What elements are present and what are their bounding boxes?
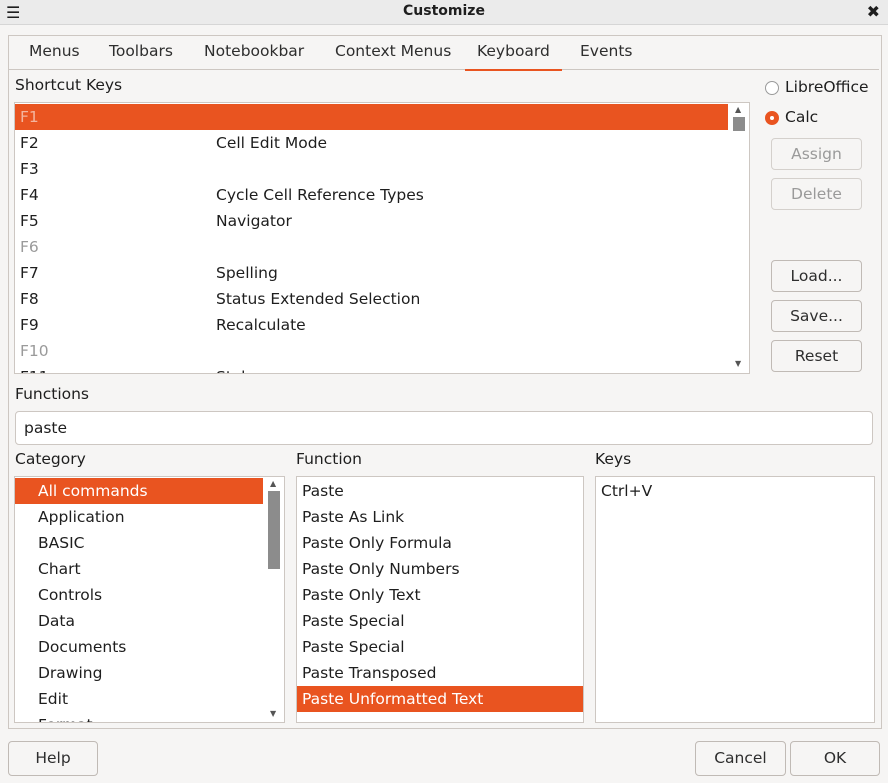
scroll-up-icon[interactable]: ▲: [735, 105, 741, 114]
category-item[interactable]: Edit: [15, 686, 263, 712]
scroll-thumb[interactable]: [733, 117, 745, 131]
scroll-thumb[interactable]: [268, 491, 280, 569]
function-item[interactable]: Paste Unformatted Text: [297, 686, 583, 712]
window-title: Customize: [403, 3, 485, 19]
keys-list[interactable]: Ctrl+V: [595, 476, 875, 723]
functions-label: Functions: [15, 385, 90, 403]
tab-context-menus[interactable]: Context Menus: [335, 42, 451, 69]
cancel-button[interactable]: Cancel: [695, 741, 786, 776]
function-list[interactable]: Paste Paste As Link Paste Only Formula P…: [296, 476, 584, 723]
tab-toolbars[interactable]: Toolbars: [109, 42, 173, 69]
save-button[interactable]: Save...: [771, 300, 862, 332]
close-icon[interactable]: ✖: [867, 2, 880, 21]
shortcut-key: F8: [20, 290, 39, 308]
shortcut-key: F3: [20, 160, 39, 178]
tab-menus[interactable]: Menus: [29, 42, 80, 69]
category-label: Category: [15, 450, 86, 468]
delete-button[interactable]: Delete: [771, 178, 862, 210]
radio-libreoffice-label[interactable]: LibreOffice: [785, 78, 869, 96]
shortcut-row[interactable]: F9 Recalculate: [15, 312, 728, 338]
function-item[interactable]: Paste Only Text: [297, 582, 583, 608]
function-item[interactable]: Paste: [297, 478, 583, 504]
shortcut-command: Spelling: [216, 264, 278, 282]
shortcut-key: F4: [20, 186, 39, 204]
category-item[interactable]: Drawing: [15, 660, 263, 686]
function-item[interactable]: Paste Only Numbers: [297, 556, 583, 582]
shortcut-key: F7: [20, 264, 39, 282]
title-bar: ☰ Customize ✖: [0, 0, 888, 25]
keys-item[interactable]: Ctrl+V: [596, 478, 874, 504]
category-list[interactable]: All commands Application BASIC Chart Con…: [14, 476, 285, 723]
shortcut-key: F5: [20, 212, 39, 230]
load-button[interactable]: Load...: [771, 260, 862, 292]
shortcut-command: Styles: [216, 364, 263, 373]
shortcut-command: Cycle Cell Reference Types: [216, 186, 424, 204]
shortcut-row[interactable]: F7 Spelling: [15, 260, 728, 286]
tab-notebookbar[interactable]: Notebookbar: [204, 42, 304, 69]
shortcut-key: F6: [20, 238, 39, 256]
shortcut-key: F9: [20, 316, 39, 334]
scroll-up-icon[interactable]: ▲: [270, 479, 276, 488]
category-item[interactable]: Documents: [15, 634, 263, 660]
reset-button[interactable]: Reset: [771, 340, 862, 372]
shortcut-row[interactable]: F5 Navigator: [15, 208, 728, 234]
category-item[interactable]: All commands: [15, 478, 263, 504]
shortcut-row[interactable]: F10: [15, 338, 728, 364]
help-button[interactable]: Help: [8, 741, 98, 776]
category-item[interactable]: BASIC: [15, 530, 263, 556]
tab-strip: Menus Toolbars Notebookbar Context Menus…: [9, 36, 879, 71]
function-item[interactable]: Paste Only Formula: [297, 530, 583, 556]
function-item[interactable]: Paste Special: [297, 608, 583, 634]
shortcut-command: Navigator: [216, 212, 292, 230]
functions-search-input[interactable]: paste: [15, 411, 873, 445]
assign-button[interactable]: Assign: [771, 138, 862, 170]
shortcut-command: Cell Edit Mode: [216, 134, 328, 152]
radio-calc-label[interactable]: Calc: [785, 108, 818, 126]
shortcut-row[interactable]: F4 Cycle Cell Reference Types: [15, 182, 728, 208]
shortcut-row[interactable]: F11 Styles: [15, 364, 728, 373]
tab-events[interactable]: Events: [580, 42, 632, 69]
shortcut-scrollbar[interactable]: ▲ ▼: [730, 103, 748, 371]
function-item[interactable]: Paste Transposed: [297, 660, 583, 686]
shortcut-row[interactable]: F8 Status Extended Selection: [15, 286, 728, 312]
function-label: Function: [296, 450, 362, 468]
radio-libreoffice[interactable]: [765, 81, 779, 95]
shortcut-row[interactable]: F6: [15, 234, 728, 260]
shortcut-key: F11: [20, 364, 49, 373]
category-item[interactable]: Chart: [15, 556, 263, 582]
tab-keyboard[interactable]: Keyboard: [465, 42, 562, 71]
scroll-down-icon[interactable]: ▼: [735, 359, 741, 368]
radio-calc[interactable]: [765, 111, 779, 125]
shortcut-keys-label: Shortcut Keys: [15, 76, 123, 94]
category-item[interactable]: Data: [15, 608, 263, 634]
shortcut-keys-list[interactable]: F1 F2 Cell Edit Mode F3 F4 Cycle Cell Re…: [14, 102, 750, 374]
shortcut-key: F10: [20, 342, 49, 360]
shortcut-row[interactable]: F3: [15, 156, 728, 182]
shortcut-row[interactable]: F1: [15, 104, 728, 130]
keys-label: Keys: [595, 450, 632, 468]
scroll-down-icon[interactable]: ▼: [270, 709, 276, 718]
function-item[interactable]: Paste As Link: [297, 504, 583, 530]
shortcut-row[interactable]: F2 Cell Edit Mode: [15, 130, 728, 156]
shortcut-key: F1: [20, 108, 39, 126]
category-item[interactable]: Format: [15, 712, 263, 722]
category-item[interactable]: Application: [15, 504, 263, 530]
shortcut-key: F2: [20, 134, 39, 152]
ok-button[interactable]: OK: [790, 741, 880, 776]
shortcut-command: Status Extended Selection: [216, 290, 421, 308]
category-scrollbar[interactable]: ▲ ▼: [265, 477, 283, 720]
category-item[interactable]: Controls: [15, 582, 263, 608]
shortcut-command: Recalculate: [216, 316, 306, 334]
function-item[interactable]: Paste Special: [297, 634, 583, 660]
